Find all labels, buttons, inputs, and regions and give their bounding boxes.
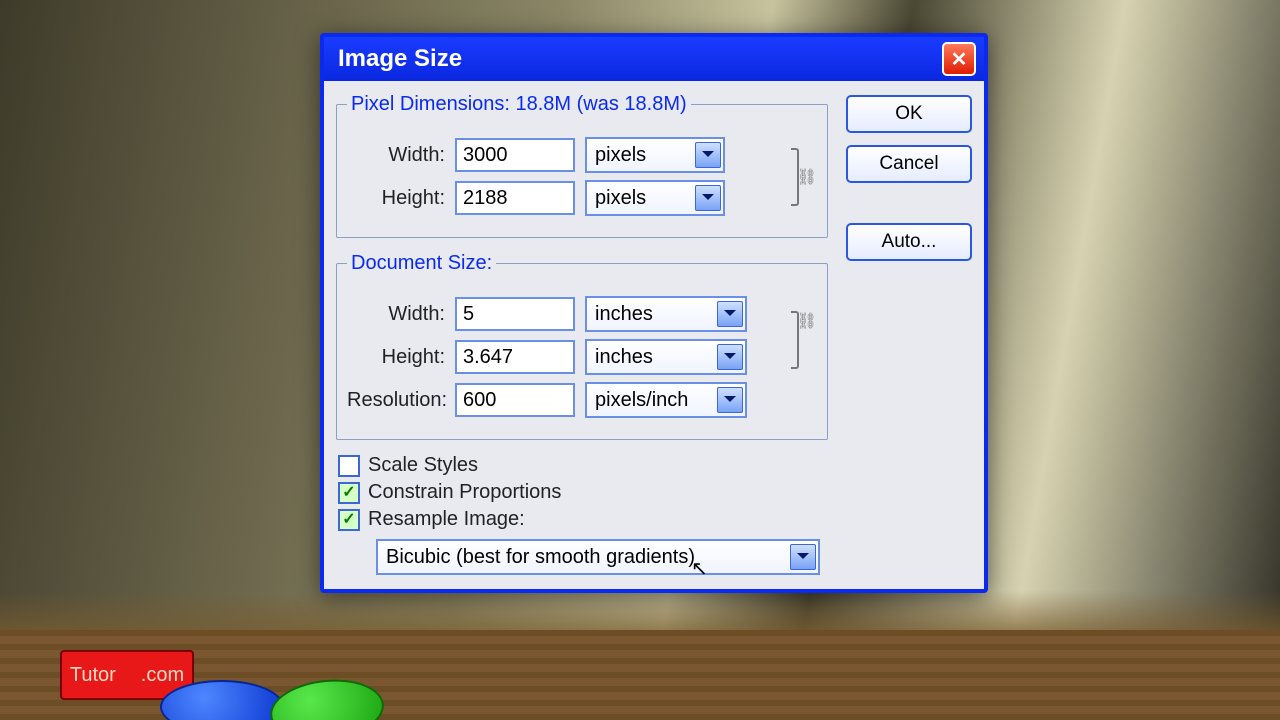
ok-button[interactable]: OK — [846, 95, 972, 133]
checkbox-box — [338, 482, 360, 504]
resample-label: Resample Image: — [368, 508, 525, 531]
resample-method-value: Bicubic (best for smooth gradients) — [386, 546, 695, 569]
logo-word-1: Tutor — [70, 664, 116, 687]
doc-height-unit-combo[interactable]: inches — [585, 339, 747, 375]
px-link: ⛓ — [791, 130, 817, 223]
pixel-dimensions-legend: Pixel Dimensions: 18.8M (was 18.8M) — [347, 93, 691, 116]
close-icon: ✕ — [951, 47, 968, 72]
doc-link: ⛓ — [791, 289, 817, 425]
close-button[interactable]: ✕ — [942, 42, 976, 76]
px-height-label: Height: — [347, 187, 445, 210]
checkbox-group: Scale Styles Constrain Proportions Resam… — [338, 454, 828, 531]
px-height-unit-combo[interactable]: pixels — [585, 180, 725, 216]
doc-height-input[interactable] — [455, 340, 575, 374]
px-width-unit: pixels — [595, 144, 646, 167]
chevron-down-icon — [717, 387, 743, 413]
chain-icon: ⛓ — [797, 311, 817, 331]
right-button-column: OK Cancel Auto... — [846, 93, 972, 575]
titlebar[interactable]: Image Size ✕ — [324, 37, 984, 81]
auto-button[interactable]: Auto... — [846, 223, 972, 261]
dialog-body: Pixel Dimensions: 18.8M (was 18.8M) Widt… — [324, 81, 984, 589]
doc-res-label: Resolution: — [347, 389, 445, 412]
dialog-title: Image Size — [338, 45, 462, 73]
chevron-down-icon — [790, 544, 816, 570]
chevron-down-icon — [717, 301, 743, 327]
constrain-check[interactable]: Constrain Proportions — [338, 481, 828, 504]
resample-method-combo[interactable]: Bicubic (best for smooth gradients) — [376, 539, 820, 575]
px-height-input[interactable] — [455, 181, 575, 215]
document-size-legend: Document Size: — [347, 252, 496, 275]
doc-res-unit-combo[interactable]: pixels/inch — [585, 382, 747, 418]
logo-word-2: .com — [141, 664, 184, 687]
doc-res-input[interactable] — [455, 383, 575, 417]
constrain-label: Constrain Proportions — [368, 481, 561, 504]
scale-styles-label: Scale Styles — [368, 454, 478, 477]
doc-width-unit-combo[interactable]: inches — [585, 296, 747, 332]
checkbox-box — [338, 455, 360, 477]
px-width-input[interactable] — [455, 138, 575, 172]
doc-height-unit: inches — [595, 346, 653, 369]
px-width-unit-combo[interactable]: pixels — [585, 137, 725, 173]
doc-height-label: Height: — [347, 346, 445, 369]
doc-width-input[interactable] — [455, 297, 575, 331]
site-logo: Tutor .com — [60, 650, 194, 700]
doc-width-unit: inches — [595, 303, 653, 326]
chain-icon: ⛓ — [797, 167, 817, 187]
document-size-group: Document Size: Width: inches Height — [336, 252, 828, 440]
scale-styles-check[interactable]: Scale Styles — [338, 454, 828, 477]
resample-check[interactable]: Resample Image: — [338, 508, 828, 531]
left-column: Pixel Dimensions: 18.8M (was 18.8M) Widt… — [336, 93, 828, 575]
pixel-dimensions-group: Pixel Dimensions: 18.8M (was 18.8M) Widt… — [336, 93, 828, 238]
px-height-unit: pixels — [595, 187, 646, 210]
chevron-down-icon — [695, 185, 721, 211]
doc-res-unit: pixels/inch — [595, 389, 688, 412]
image-size-dialog: Image Size ✕ Pixel Dimensions: 18.8M (wa… — [320, 33, 988, 593]
chevron-down-icon — [717, 344, 743, 370]
px-width-label: Width: — [347, 144, 445, 167]
doc-width-label: Width: — [347, 303, 445, 326]
chevron-down-icon — [695, 142, 721, 168]
cancel-button[interactable]: Cancel — [846, 145, 972, 183]
checkbox-box — [338, 509, 360, 531]
